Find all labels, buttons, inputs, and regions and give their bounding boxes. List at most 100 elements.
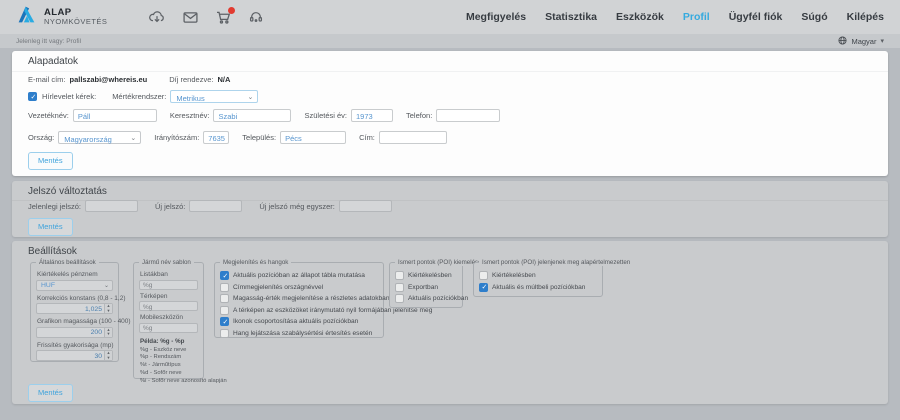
checkbox-label: Exportban: [408, 284, 438, 291]
checkbox-option[interactable]: Címmegjelenítés országnévvel: [220, 283, 378, 292]
email-row: E-mail cím: pallszabi@whereis.eu Díj ren…: [28, 75, 230, 84]
nav-link-megfigyeles[interactable]: Megfigyelés: [466, 11, 526, 23]
graph-height-value: 200: [91, 329, 102, 336]
checkbox[interactable]: [395, 283, 404, 292]
country-value: Magyarország: [64, 135, 112, 144]
checkbox-label: Címmegjelenítés országnévvel: [233, 284, 323, 291]
headset-icon[interactable]: [248, 10, 264, 24]
chevron-down-icon: ▾: [880, 37, 884, 45]
globe-icon: [838, 32, 847, 50]
street-label: Cím:: [359, 133, 375, 142]
nav-link-kilepes[interactable]: Kilépés: [847, 11, 884, 23]
save-button[interactable]: Mentés: [28, 152, 73, 170]
correction-value: 1,025: [85, 306, 102, 313]
nav-link-profil[interactable]: Profil: [683, 11, 710, 23]
email-value: pallszabi@whereis.eu: [70, 75, 148, 84]
vehicle-name-panel: Jármű név sablon Listákban %g Térképen %…: [133, 262, 204, 379]
checkbox[interactable]: [220, 317, 229, 326]
chevron-down-icon: ⌄: [104, 282, 109, 289]
save-button[interactable]: Mentés: [28, 218, 73, 236]
chevron-down-icon: ⌄: [130, 134, 136, 142]
unit-system-value: Metrikus: [176, 94, 204, 103]
stepper-arrows-icon[interactable]: ▲▼: [104, 351, 112, 360]
new-password-input[interactable]: [189, 200, 242, 212]
logo-text-line2: NYOMKÖVETÉS: [44, 18, 107, 26]
panel-legend: Jármű név sablon: [139, 259, 194, 266]
language-label: Magyar: [851, 37, 876, 46]
current-password-input[interactable]: [85, 200, 138, 212]
basic-data-section: Alapadatok E-mail cím: pallszabi@whereis…: [12, 51, 888, 176]
cart-icon[interactable]: [215, 10, 231, 24]
nav-link-ugyfel-fiok[interactable]: Ügyfél fiók: [729, 11, 783, 23]
new-password-label: Új jelszó:: [155, 202, 185, 211]
mobile-template-input[interactable]: %g: [139, 323, 198, 333]
checkbox[interactable]: [395, 294, 404, 303]
checkbox[interactable]: [220, 294, 229, 303]
fee-value: N/A: [217, 75, 230, 84]
correction-stepper[interactable]: 1,025 ▲▼: [36, 303, 113, 314]
checkbox[interactable]: [479, 283, 488, 292]
map-template-label: Térképen: [140, 293, 198, 300]
stepper-arrows-icon[interactable]: ▲▼: [104, 328, 112, 337]
checkbox-option[interactable]: Aktuális pozíciókban: [395, 294, 457, 303]
nav-link-eszkozok[interactable]: Eszközök: [616, 11, 664, 23]
list-template-input[interactable]: %g: [139, 280, 198, 290]
lastname-input[interactable]: Páll: [73, 109, 157, 122]
newsletter-row: Hírlevelet kérek: Mértékrendszer: Metrik…: [28, 90, 258, 103]
checkbox[interactable]: [220, 271, 229, 280]
checkbox-option[interactable]: Kiértékelésben: [395, 271, 457, 280]
nav-link-statisztika[interactable]: Statisztika: [545, 11, 597, 23]
checkbox-label: Magasság-érték megjelenítése a részletes…: [233, 295, 390, 302]
checkbox-option[interactable]: Aktuális és múltbeli pozíciókban: [479, 283, 597, 292]
template-example-line: %t - Járműtípus: [140, 362, 198, 370]
language-selector[interactable]: Magyar ▾: [838, 32, 884, 50]
checkbox[interactable]: [395, 271, 404, 280]
birthyear-label: Születési év:: [304, 111, 347, 120]
refresh-value: 30: [94, 353, 102, 360]
currency-value: HUF: [41, 282, 55, 289]
phone-input[interactable]: [436, 109, 500, 122]
refresh-stepper[interactable]: 30 ▲▼: [36, 350, 113, 361]
checkbox-option[interactable]: Aktuális pozícióban az állapot tábla mut…: [220, 271, 378, 280]
country-select[interactable]: Magyarország ⌄: [58, 131, 141, 144]
cloud-download-icon[interactable]: [149, 10, 165, 24]
current-password-label: Jelenlegi jelszó:: [28, 202, 81, 211]
zip-input[interactable]: 7635: [203, 131, 229, 144]
checkbox-option[interactable]: Exportban: [395, 283, 457, 292]
mail-icon[interactable]: [182, 10, 198, 24]
city-input[interactable]: Pécs: [280, 131, 346, 144]
newsletter-checkbox[interactable]: [28, 92, 37, 101]
repeat-password-input[interactable]: [339, 200, 392, 212]
checkbox[interactable]: [220, 283, 229, 292]
app-logo[interactable]: ALAP NYOMKÖVETÉS: [16, 4, 107, 30]
checkbox-option[interactable]: Magasság-érték megjelenítése a részletes…: [220, 294, 378, 303]
nav-link-sugo[interactable]: Súgó: [801, 11, 827, 23]
graph-height-stepper[interactable]: 200 ▲▼: [36, 327, 113, 338]
checkbox-option[interactable]: Hang lejátszása szabálysértési értesítés…: [220, 329, 378, 338]
email-label: E-mail cím:: [28, 75, 66, 84]
section-title-settings: Beállítások: [28, 246, 77, 257]
checkbox[interactable]: [220, 306, 229, 315]
street-input[interactable]: [379, 131, 447, 144]
firstname-label: Keresztnév:: [170, 111, 210, 120]
city-label: Település:: [242, 133, 276, 142]
person-fields-row: Vezetéknév: Páll Keresztnév: Szabi Szüle…: [28, 109, 513, 122]
checkbox-option[interactable]: Ikonok csoportosítása aktuális pozíciókb…: [220, 317, 378, 326]
general-settings-panel: Általános beállítások Kiértékelés pénzne…: [30, 262, 119, 362]
checkbox-label: Aktuális pozíciókban: [408, 295, 468, 302]
save-button[interactable]: Mentés: [28, 384, 73, 402]
stepper-arrows-icon[interactable]: ▲▼: [104, 304, 112, 313]
checkbox[interactable]: [479, 271, 488, 280]
currency-select[interactable]: HUF ⌄: [36, 280, 113, 291]
unit-system-select[interactable]: Metrikus ⌄: [170, 90, 258, 103]
birthyear-input[interactable]: 1973: [351, 109, 393, 122]
top-navbar: ALAP NYOMKÖVETÉS: [0, 0, 900, 34]
phone-label: Telefon:: [406, 111, 432, 120]
map-template-input[interactable]: %g: [139, 301, 198, 311]
password-save-row: Mentés: [28, 218, 73, 236]
firstname-input[interactable]: Szabi: [213, 109, 291, 122]
checkbox[interactable]: [220, 329, 229, 338]
checkbox-option[interactable]: Kiértékelésben: [479, 271, 597, 280]
checkbox-option[interactable]: A térképen az eszközöket iránymutató nyí…: [220, 306, 378, 315]
chevron-down-icon: ⌄: [248, 93, 254, 101]
